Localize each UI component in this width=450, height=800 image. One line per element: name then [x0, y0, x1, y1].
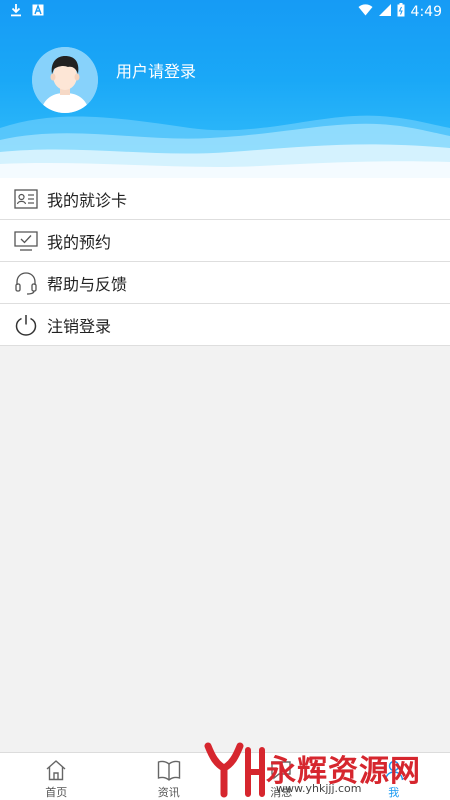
wifi-icon — [358, 4, 373, 20]
book-icon — [157, 758, 181, 781]
status-time: 4:49 — [410, 4, 442, 20]
menu-item-appointments[interactable]: 我的预约 — [0, 220, 450, 262]
headset-icon — [14, 271, 38, 295]
menu-item-label: 我的就诊卡 — [47, 190, 128, 210]
nav-label: 资讯 — [157, 786, 180, 799]
home-icon — [44, 758, 68, 781]
menu-item-label: 我的预约 — [47, 232, 112, 252]
a-icon — [32, 4, 44, 20]
signal-icon — [378, 4, 391, 20]
avatar[interactable] — [32, 47, 98, 113]
status-bar: 4:49 — [0, 0, 450, 24]
download-icon — [10, 3, 22, 21]
menu-item-label: 注销登录 — [47, 316, 112, 336]
login-prompt[interactable]: 用户请登录 — [116, 58, 196, 82]
menu-item-medical-card[interactable]: 我的就诊卡 — [0, 178, 450, 220]
watermark-url: www.yhkjjj.com — [276, 782, 362, 795]
battery-icon — [397, 3, 405, 21]
nav-label: 首页 — [45, 786, 68, 799]
avatar-icon — [32, 47, 98, 113]
menu-item-help-feedback[interactable]: 帮助与反馈 — [0, 262, 450, 304]
monitor-check-icon — [14, 229, 38, 253]
menu-item-logout[interactable]: 注销登录 — [0, 304, 450, 346]
watermark-logo-icon — [204, 742, 265, 798]
menu-list: 我的就诊卡 我的预约 帮助与反馈 注销登录 — [0, 178, 450, 346]
profile-header: 4:49 用户请登录 — [0, 0, 450, 178]
watermark: 永辉资源网 www.yhkjjj.com — [200, 740, 450, 800]
id-card-icon — [14, 187, 38, 211]
power-icon — [14, 313, 38, 337]
menu-item-label: 帮助与反馈 — [47, 274, 128, 294]
nav-home[interactable]: 首页 — [0, 753, 113, 800]
